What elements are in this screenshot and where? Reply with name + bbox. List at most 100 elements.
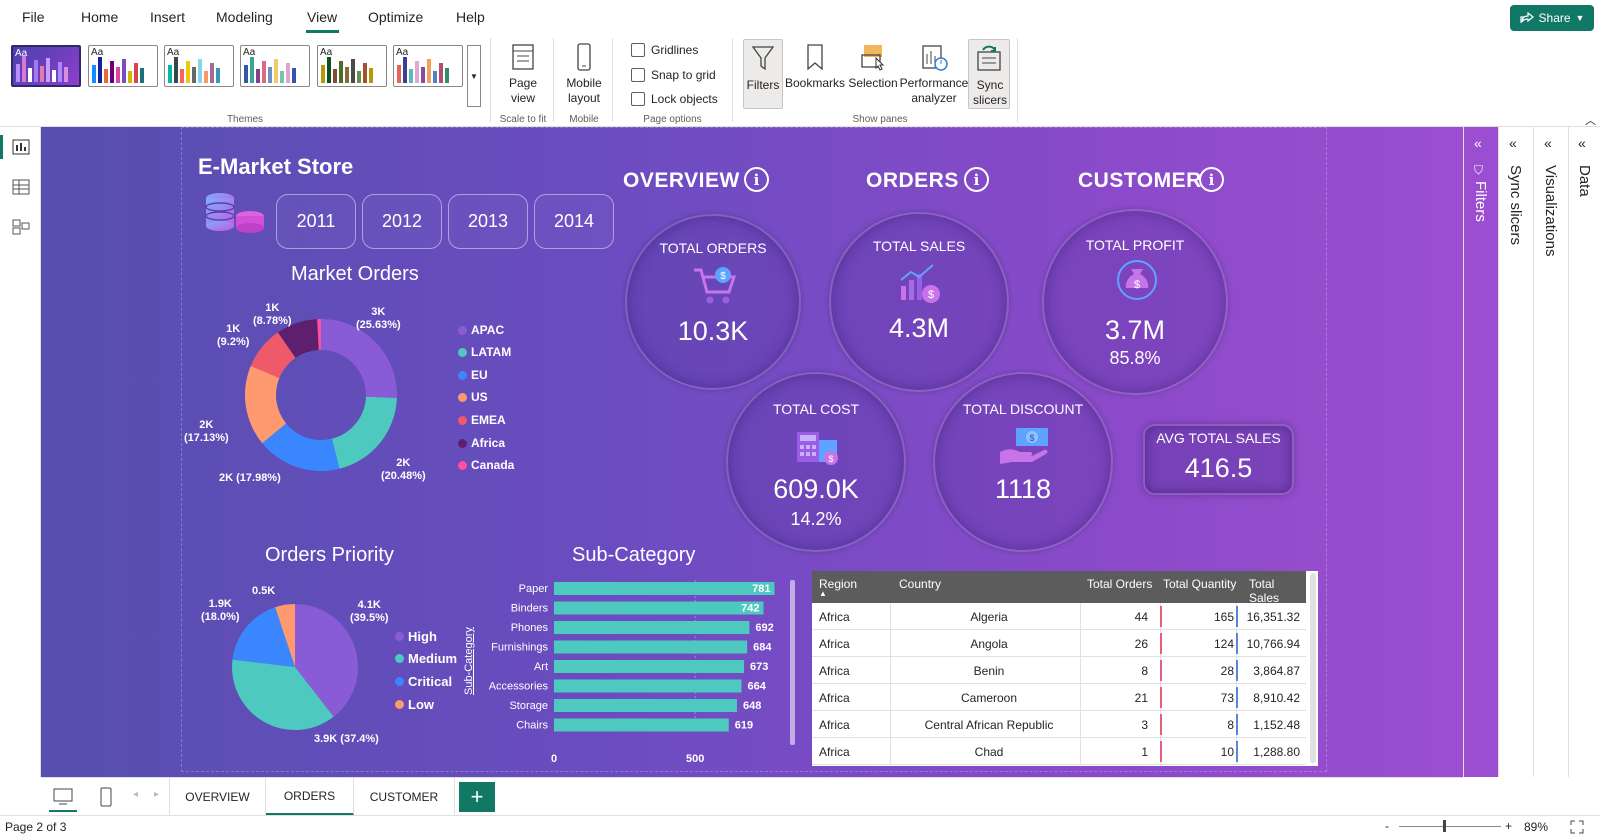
report-view-icon[interactable] <box>12 139 30 155</box>
theme-option-4[interactable]: Aa <box>240 45 310 87</box>
menu-view[interactable]: View <box>307 9 337 25</box>
menu-home[interactable]: Home <box>81 9 118 25</box>
expand-icon[interactable]: « <box>1474 135 1482 151</box>
info-icon[interactable]: i <box>1199 167 1224 192</box>
menu-optimize[interactable]: Optimize <box>368 9 423 25</box>
orders-priority-pie-chart[interactable] <box>228 600 362 734</box>
legend-item-emea[interactable]: EMEA <box>458 413 506 427</box>
bookmarks-pane-button[interactable]: Bookmarks <box>785 42 845 91</box>
chart-scrollbar[interactable] <box>790 580 795 745</box>
selection-label: Selection <box>848 76 898 90</box>
prev-page-icon[interactable]: ◂ <box>133 789 138 800</box>
data-label-us: 2K (17.13%) <box>184 419 229 445</box>
theme-option-1[interactable]: Aa <box>11 45 81 87</box>
gridlines-checkbox[interactable]: Gridlines <box>631 43 698 57</box>
bar-accessories[interactable] <box>554 679 742 693</box>
legend-item-eu[interactable]: EU <box>458 368 488 382</box>
mobile-layout-button[interactable]: Mobile layout <box>561 42 607 106</box>
table-row[interactable]: Africa Benin 8 28 3,864.87 <box>812 657 1306 684</box>
filters-pane-collapsed[interactable]: « ⛉ Filters <box>1463 127 1498 777</box>
menu-insert[interactable]: Insert <box>150 9 185 25</box>
model-view-icon[interactable] <box>12 219 30 235</box>
fit-to-page-icon[interactable] <box>1570 820 1584 834</box>
year-slicer-2013[interactable]: 2013 <box>448 194 528 249</box>
bar-binders[interactable] <box>554 601 764 615</box>
legend-item-high[interactable]: High <box>395 629 437 644</box>
sync-slicers-pane-collapsed[interactable]: « Sync slicers <box>1498 127 1533 777</box>
theme-option-3[interactable]: Aa <box>164 45 234 87</box>
menu-modeling[interactable]: Modeling <box>216 9 273 25</box>
year-slicer-2011[interactable]: 2011 <box>276 194 356 249</box>
expand-icon[interactable]: « <box>1509 135 1517 151</box>
category-label: Accessories <box>489 681 549 693</box>
expand-icon[interactable]: « <box>1578 135 1586 151</box>
lock-objects-checkbox[interactable]: Lock objects <box>631 92 718 106</box>
page-tab-orders[interactable]: ORDERS <box>266 778 354 816</box>
table-row[interactable]: Africa Angola 26 124 10,766.94 <box>812 630 1306 657</box>
page-tab-overview[interactable]: OVERVIEW <box>169 778 266 816</box>
table-view-icon[interactable] <box>12 179 30 195</box>
sync-slicers-pane-button[interactable]: Sync slicers <box>968 39 1010 109</box>
data-pane-collapsed[interactable]: « Data <box>1568 127 1600 777</box>
year-slicer-2012[interactable]: 2012 <box>362 194 442 249</box>
table-row[interactable]: Africa Cameroon 21 73 8,910.42 <box>812 684 1306 711</box>
menu-help[interactable]: Help <box>456 9 485 25</box>
column-header-total-quantity[interactable]: Total Quantity <box>1163 577 1236 591</box>
table-scrollbar[interactable] <box>1310 573 1316 763</box>
zoom-out-button[interactable]: - <box>1385 819 1389 833</box>
performance-analyzer-button[interactable]: Performance analyzer <box>899 42 969 106</box>
table-row[interactable]: Africa Central African Republic 3 8 1,152.48 <box>812 711 1306 738</box>
year-slicer-2014[interactable]: 2014 <box>534 194 614 249</box>
legend-item-apac[interactable]: APAC <box>458 323 504 337</box>
customer-nav-label[interactable]: CUSTOMER <box>1078 169 1202 193</box>
column-header-country[interactable]: Country <box>899 577 941 591</box>
table-row[interactable]: Africa Algeria 44 165 16,351.32 <box>812 603 1306 630</box>
page-view-button[interactable]: Page view <box>503 42 543 106</box>
snap-to-grid-checkbox[interactable]: Snap to grid <box>631 68 716 82</box>
add-page-button[interactable]: + <box>459 782 495 812</box>
share-button[interactable]: Share ▼ <box>1510 5 1594 31</box>
themes-dropdown-button[interactable]: ▼ <box>467 45 481 107</box>
sub-category-bar-chart[interactable]: Paper 781 Binders 742 Phones 692 Furnishings 68… <box>470 580 800 770</box>
bar-art[interactable] <box>554 660 745 673</box>
bar-storage[interactable] <box>554 699 737 712</box>
legend-item-latam[interactable]: LATAM <box>458 345 511 359</box>
legend-item-medium[interactable]: Medium <box>395 651 457 666</box>
desktop-view-icon[interactable] <box>53 788 73 806</box>
zoom-slider[interactable] <box>1399 826 1501 827</box>
filters-pane-button[interactable]: Filters <box>743 39 783 109</box>
column-header-total-orders[interactable]: Total Orders <box>1087 577 1152 591</box>
bar-phones[interactable] <box>554 621 750 634</box>
menu-file[interactable]: File <box>22 9 45 25</box>
visualizations-pane-collapsed[interactable]: « Visualizations <box>1533 127 1568 777</box>
data-label-high: 4.1K (39.5%) <box>350 599 389 625</box>
zoom-slider-thumb[interactable] <box>1443 820 1446 832</box>
orders-nav-label[interactable]: ORDERS <box>866 169 959 193</box>
collapse-ribbon-icon[interactable]: ︿ <box>1585 112 1596 128</box>
next-page-icon[interactable]: ▸ <box>154 789 159 800</box>
legend-item-canada[interactable]: Canada <box>458 458 514 472</box>
info-icon[interactable]: i <box>744 167 769 192</box>
bar-furnishings[interactable] <box>554 640 748 654</box>
column-header-total-sales[interactable]: Total Sales <box>1249 577 1306 605</box>
legend-item-critical[interactable]: Critical <box>395 674 452 689</box>
page-tab-customer[interactable]: CUSTOMER <box>354 778 455 816</box>
page-tabs-bar: ◂ ▸ OVERVIEW ORDERS CUSTOMER + <box>41 777 1463 816</box>
bar-chairs[interactable] <box>554 718 729 732</box>
zoom-in-button[interactable]: + <box>1505 819 1512 833</box>
table-row[interactable]: Africa Chad 1 10 1,288.80 <box>812 738 1306 765</box>
legend-item-us[interactable]: US <box>458 390 488 404</box>
market-orders-donut-chart[interactable] <box>236 310 406 480</box>
legend-item-africa[interactable]: Africa <box>458 436 505 450</box>
theme-option-2[interactable]: Aa <box>88 45 158 87</box>
selection-pane-button[interactable]: Selection <box>847 42 899 91</box>
legend-item-low[interactable]: Low <box>395 697 434 712</box>
mobile-view-icon[interactable] <box>100 787 112 807</box>
sync-slicers-pane-label: Sync slicers <box>1507 165 1524 246</box>
overview-nav-label[interactable]: OVERVIEW <box>623 169 740 193</box>
theme-option-6[interactable]: Aa <box>393 45 463 87</box>
info-icon[interactable]: i <box>964 167 989 192</box>
expand-icon[interactable]: « <box>1544 135 1552 151</box>
bar-paper[interactable] <box>554 582 775 595</box>
theme-option-5[interactable]: Aa <box>317 45 387 87</box>
